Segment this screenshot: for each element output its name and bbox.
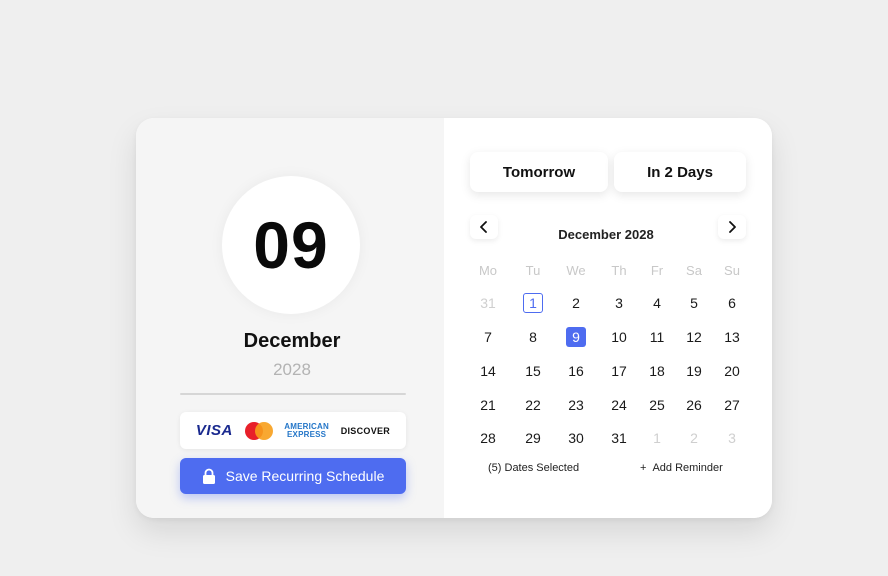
calendar-day[interactable]: 1	[642, 428, 672, 448]
weekday-header: Mo	[478, 263, 498, 278]
weekday-header: Sa	[686, 263, 702, 278]
weekday-header: Su	[724, 263, 740, 278]
amex-logo: AMERICAN EXPRESS	[284, 421, 329, 439]
selected-year: 2028	[273, 360, 311, 379]
calendar-day[interactable]: 5	[679, 293, 709, 313]
calendar-day[interactable]: 23	[561, 395, 591, 415]
calendar-day[interactable]: 21	[473, 395, 503, 415]
calendar-day[interactable]: 3	[717, 428, 747, 448]
weekday-header: Tu	[525, 263, 541, 278]
calendar-day[interactable]: 19	[679, 361, 709, 381]
calendar-day[interactable]: 9	[561, 327, 591, 347]
calendar-day[interactable]: 25	[642, 395, 672, 415]
calendar-day[interactable]: 2	[561, 293, 591, 313]
calendar-day[interactable]: 10	[604, 327, 634, 347]
plus-icon: +	[640, 462, 647, 474]
dates-selected-count: (5) Dates Selected	[488, 462, 580, 474]
calendar-day[interactable]: 11	[642, 327, 672, 347]
visa-logo: VISA	[195, 422, 233, 439]
calendar-day[interactable]: 7	[473, 327, 503, 347]
calendar-day[interactable]: 20	[717, 361, 747, 381]
calendar-day[interactable]: 31	[604, 428, 634, 448]
calendar-day[interactable]: 8	[518, 327, 548, 347]
divider	[180, 393, 406, 395]
previous-month-button[interactable]	[470, 215, 498, 239]
chevron-right-icon	[729, 221, 736, 233]
selected-month: December	[243, 330, 341, 352]
save-button-label: Save Recurring Schedule	[225, 468, 385, 484]
calendar-day[interactable]: 12	[679, 327, 709, 347]
calendar-day[interactable]: 14	[473, 361, 503, 381]
calendar-day[interactable]: 3	[604, 293, 634, 313]
date-picker-card: 09 December 2028 VISA AMERICAN EXPRESS D…	[136, 118, 772, 518]
calendar-day[interactable]: 17	[604, 361, 634, 381]
calendar-day[interactable]: 2	[679, 428, 709, 448]
calendar-day[interactable]: 29	[518, 428, 548, 448]
calendar-day[interactable]: 15	[518, 361, 548, 381]
weekday-header: Fr	[650, 263, 664, 278]
chevron-left-icon	[480, 221, 487, 233]
weekday-header: We	[566, 263, 586, 278]
mastercard-logo	[244, 421, 273, 440]
selected-day-number: 09	[253, 208, 329, 282]
next-month-button[interactable]	[718, 215, 746, 239]
payment-logos: VISA AMERICAN EXPRESS DISCOVER	[180, 412, 406, 449]
add-reminder-label: Add Reminder	[652, 462, 723, 474]
calendar-day[interactable]: 28	[473, 428, 503, 448]
calendar-day[interactable]: 22	[518, 395, 548, 415]
day-circle: 09	[222, 176, 360, 314]
calendar-day[interactable]: 6	[717, 293, 747, 313]
weekday-header: Th	[611, 263, 627, 278]
lock-icon	[202, 468, 215, 484]
calendar-day[interactable]: 26	[679, 395, 709, 415]
calendar-day[interactable]: 13	[717, 327, 747, 347]
calendar-day[interactable]: 31	[473, 293, 503, 313]
save-recurring-schedule-button[interactable]: Save Recurring Schedule	[180, 458, 406, 494]
date-summary-panel: 09 December 2028 VISA AMERICAN EXPRESS D…	[136, 118, 444, 518]
calendar-day[interactable]: 16	[561, 361, 591, 381]
add-reminder-button[interactable]: + Add Reminder	[640, 462, 723, 474]
calendar-day[interactable]: 4	[642, 293, 672, 313]
in-2-days-button[interactable]: In 2 Days	[614, 152, 746, 192]
calendar-panel: Tomorrow In 2 Days December 2028 Mo Tu We T…	[444, 118, 772, 518]
discover-logo: DISCOVER	[340, 425, 391, 436]
calendar-day[interactable]: 18	[642, 361, 672, 381]
calendar-day[interactable]: 24	[604, 395, 634, 415]
calendar-day[interactable]: 1	[518, 293, 548, 313]
tomorrow-button[interactable]: Tomorrow	[470, 152, 608, 192]
calendar-month-title: December 2028	[558, 227, 654, 242]
calendar-day[interactable]: 27	[717, 395, 747, 415]
calendar-day[interactable]: 30	[561, 428, 591, 448]
